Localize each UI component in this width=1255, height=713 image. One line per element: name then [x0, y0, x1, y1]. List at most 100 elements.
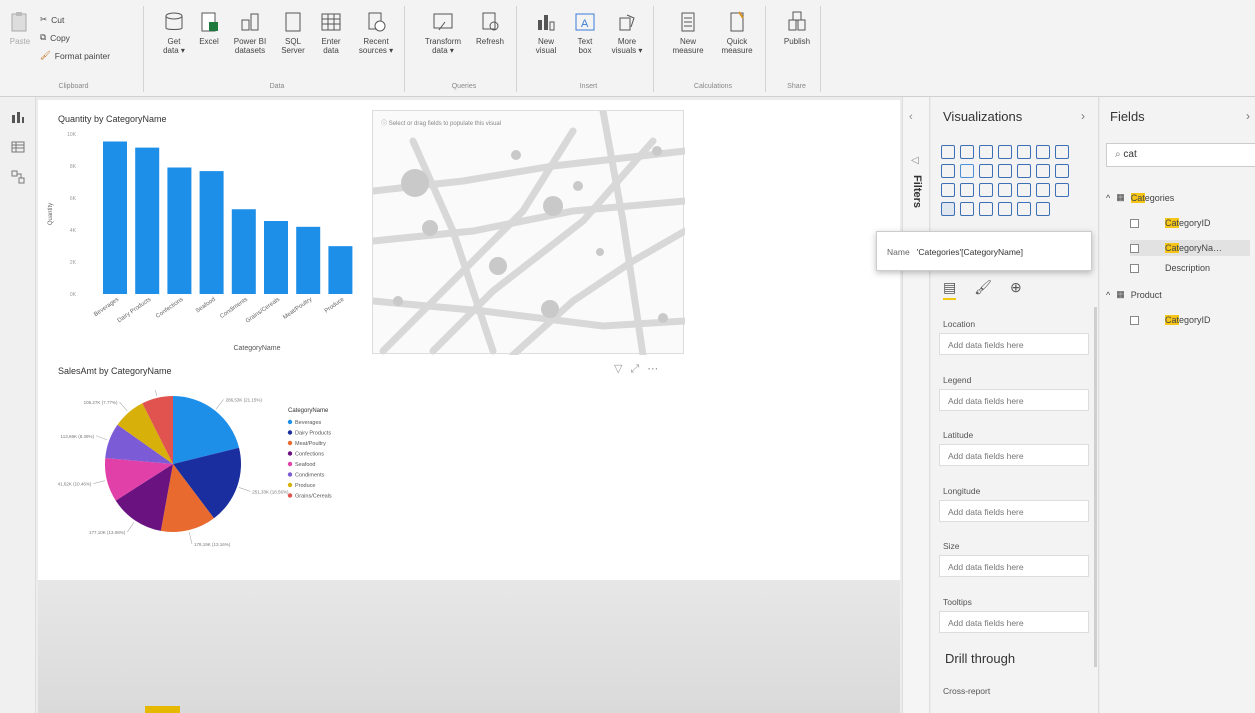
field-categoryid[interactable]: CategoryID — [1130, 218, 1211, 228]
page-tab-indicator[interactable] — [145, 706, 180, 713]
legend-item[interactable]: Dairy Products — [295, 431, 331, 437]
report-view-icon[interactable] — [10, 109, 26, 125]
visual-type-icon[interactable] — [960, 202, 974, 216]
field-checkbox[interactable] — [1130, 243, 1139, 253]
visual-type-icon[interactable] — [979, 202, 993, 216]
quick-measure-button[interactable]: Quick measure — [715, 10, 759, 55]
visual-type-icon[interactable] — [941, 145, 955, 159]
field-categoryname[interactable]: CategoryNa… — [1130, 240, 1250, 256]
excel-button[interactable]: Excel — [194, 10, 224, 46]
bar[interactable] — [199, 171, 224, 294]
legend-item[interactable]: Seafood — [295, 462, 316, 468]
bar[interactable] — [264, 221, 288, 294]
field-checkbox[interactable] — [1130, 218, 1139, 228]
visual-type-icon[interactable] — [1036, 202, 1050, 216]
visual-type-icon[interactable] — [1017, 164, 1031, 178]
bar[interactable] — [135, 147, 160, 294]
visual-type-icon[interactable] — [960, 183, 974, 197]
pie-data-label: 105,27K (7.77%) — [84, 400, 118, 405]
visual-type-icon[interactable] — [941, 183, 955, 197]
legend-item[interactable]: Condiments — [295, 473, 325, 479]
new-measure-button[interactable]: New measure — [667, 10, 709, 55]
legend-item[interactable]: Beverages — [295, 420, 322, 426]
visual-type-icon[interactable] — [1017, 202, 1031, 216]
visual-type-icon[interactable] — [998, 202, 1012, 216]
copy-button[interactable]: ⧉ Copy — [40, 32, 70, 43]
filters-collapse-icon[interactable]: ◁ — [911, 155, 919, 166]
visual-type-icon[interactable] — [998, 164, 1012, 178]
table-product[interactable]: ^ ▦ Product — [1106, 289, 1162, 300]
visual-type-icon[interactable] — [998, 183, 1012, 197]
data-view-icon[interactable] — [10, 139, 26, 155]
field-checkbox[interactable] — [1130, 263, 1139, 273]
pie-chart[interactable]: 286,53K (21.15%) 251,33K (18.56%) 178,19K … — [58, 390, 378, 560]
bar[interactable] — [296, 226, 321, 294]
visual-type-icon[interactable] — [1036, 145, 1050, 159]
refresh-button[interactable]: Refresh — [472, 10, 508, 46]
field-well-dropzone[interactable]: Add data fields here — [939, 610, 1089, 633]
more-visuals-button[interactable]: More visuals ▾ — [606, 10, 648, 55]
visual-type-icon[interactable] — [960, 164, 974, 178]
fields-well-icon[interactable]: ▤ — [943, 279, 957, 300]
field-well-dropzone[interactable]: Add data fields here — [939, 444, 1089, 466]
more-options-icon[interactable]: ⋯ — [647, 363, 666, 375]
legend-item[interactable]: Produce — [295, 483, 316, 489]
visual-type-icon[interactable] — [960, 145, 974, 159]
viz-expand-icon[interactable]: › — [1081, 109, 1085, 123]
cut-button[interactable]: ✂ Cut — [40, 14, 64, 25]
format-paint-icon[interactable]: 🖌 — [974, 279, 992, 300]
powerbi-datasets-button[interactable]: Power BI datasets — [228, 10, 272, 55]
sql-server-button[interactable]: SQL Server — [276, 10, 310, 55]
field-well-dropzone[interactable]: Add data fields here — [939, 555, 1089, 577]
field-product-categoryid[interactable]: CategoryID — [1130, 315, 1211, 325]
map-visual[interactable]: ⓘ Select or drag fields to populate this… — [372, 110, 685, 355]
bar[interactable] — [167, 167, 192, 294]
legend-item[interactable]: Grains/Cereals — [295, 494, 332, 500]
visual-type-icon[interactable] — [979, 183, 993, 197]
recent-sources-button[interactable]: Recent sources ▾ — [354, 10, 398, 55]
y-tick-label: 8K — [70, 164, 77, 170]
legend-item[interactable]: Confections — [295, 452, 324, 458]
field-well-dropzone[interactable]: Add data fields here — [939, 499, 1089, 522]
visual-type-icon[interactable] — [1036, 183, 1050, 197]
visual-type-icon[interactable] — [1055, 183, 1069, 197]
bar[interactable] — [328, 246, 353, 294]
analytics-icon[interactable]: ⊕ — [1010, 279, 1022, 300]
collapse-viz-icon[interactable]: ‹ — [909, 111, 913, 123]
visual-type-icon[interactable] — [998, 145, 1012, 159]
visual-type-icon[interactable] — [979, 145, 993, 159]
filters-pane[interactable]: ‹ ◁ Filters — [902, 97, 930, 713]
paste-button[interactable]: Paste — [8, 10, 32, 46]
copy-icon: ⧉ — [40, 32, 47, 42]
visual-type-icon[interactable] — [941, 164, 955, 178]
text-box-button[interactable]: A Text box — [568, 10, 602, 55]
publish-button[interactable]: Publish — [779, 10, 815, 46]
legend-item[interactable]: Meat/Poultry — [295, 441, 326, 447]
visual-type-icon[interactable] — [1017, 145, 1031, 159]
format-painter-button[interactable]: 🖌 Format painter — [40, 50, 110, 61]
field-description[interactable]: Description — [1130, 263, 1210, 273]
viz-scrollbar[interactable] — [1094, 307, 1097, 667]
field-well-dropzone[interactable]: Add data fields here — [939, 388, 1089, 411]
fields-expand-icon[interactable]: › — [1246, 109, 1250, 123]
visual-type-icon[interactable] — [1036, 164, 1050, 178]
bar[interactable] — [103, 141, 127, 294]
visual-type-icon[interactable] — [1055, 164, 1069, 178]
visual-type-icon[interactable] — [979, 164, 993, 178]
filter-icon[interactable]: ▽ — [614, 363, 630, 375]
enter-data-button[interactable]: Enter data — [314, 10, 348, 55]
bar-chart[interactable]: 0K 2K 4K 6K 8K 10K BeveragesDairy Products Conf… — [42, 126, 362, 356]
model-view-icon[interactable] — [10, 169, 26, 185]
table-categories[interactable]: ^ ▦ Categories — [1106, 192, 1174, 203]
fields-search-input[interactable]: ⌕ cat — [1106, 143, 1255, 167]
new-visual-button[interactable]: New visual — [528, 10, 564, 55]
focus-mode-icon[interactable]: ⤢ — [630, 363, 647, 375]
visual-type-icon[interactable] — [941, 202, 955, 216]
field-well-dropzone[interactable]: Add data fields here — [939, 333, 1089, 355]
transform-data-button[interactable]: Transform data ▾ — [418, 10, 468, 55]
get-data-button[interactable]: Get data ▾ — [156, 10, 192, 55]
visual-type-icon[interactable] — [1017, 183, 1031, 197]
visual-type-icon[interactable] — [1055, 145, 1069, 159]
bar[interactable] — [231, 209, 256, 294]
field-checkbox[interactable] — [1130, 315, 1139, 325]
